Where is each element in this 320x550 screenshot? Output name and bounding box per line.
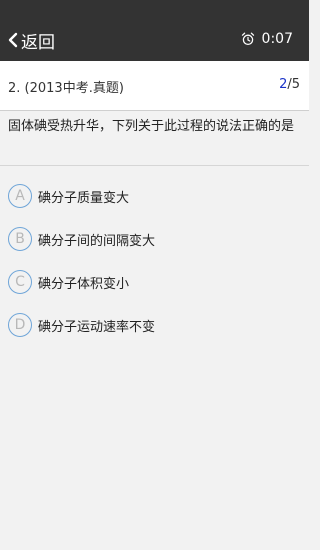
option-b[interactable]: B 碘分子间的间隔变大 <box>8 226 298 252</box>
progress-total: /5 <box>287 77 300 92</box>
question-number: 2. (2013中考.真题) <box>8 81 124 96</box>
divider <box>0 165 309 166</box>
option-a[interactable]: A 碘分子质量变大 <box>8 183 298 209</box>
question-progress: 2/5 <box>279 77 300 92</box>
timer: 0:07 <box>241 29 293 49</box>
option-text-b: 碘分子间的间隔变大 <box>38 233 156 249</box>
top-bar: 返回 0:07 <box>0 0 309 61</box>
option-letter-a: A <box>8 184 32 208</box>
chevron-left-icon <box>8 32 18 48</box>
option-text-c: 碘分子体积变小 <box>38 276 130 292</box>
timer-value: 0:07 <box>261 31 293 47</box>
question-header: 2. (2013中考.真题) 2/5 <box>0 61 309 110</box>
option-letter-b: B <box>8 227 32 251</box>
option-c[interactable]: C 碘分子体积变小 <box>8 269 298 295</box>
option-letter-d: D <box>8 313 32 337</box>
option-letter-c: C <box>8 270 32 294</box>
alarm-clock-icon <box>241 32 254 46</box>
divider <box>0 110 309 111</box>
back-button[interactable]: 返回 <box>8 28 55 53</box>
question-text: 固体碘受热升华，下列关于此过程的说法正确的是 <box>8 119 295 134</box>
option-text-d: 碘分子运动速率不变 <box>38 319 156 335</box>
back-label: 返回 <box>21 32 55 53</box>
option-text-a: 碘分子质量变大 <box>38 190 130 206</box>
option-d[interactable]: D 碘分子运动速率不变 <box>8 312 298 338</box>
